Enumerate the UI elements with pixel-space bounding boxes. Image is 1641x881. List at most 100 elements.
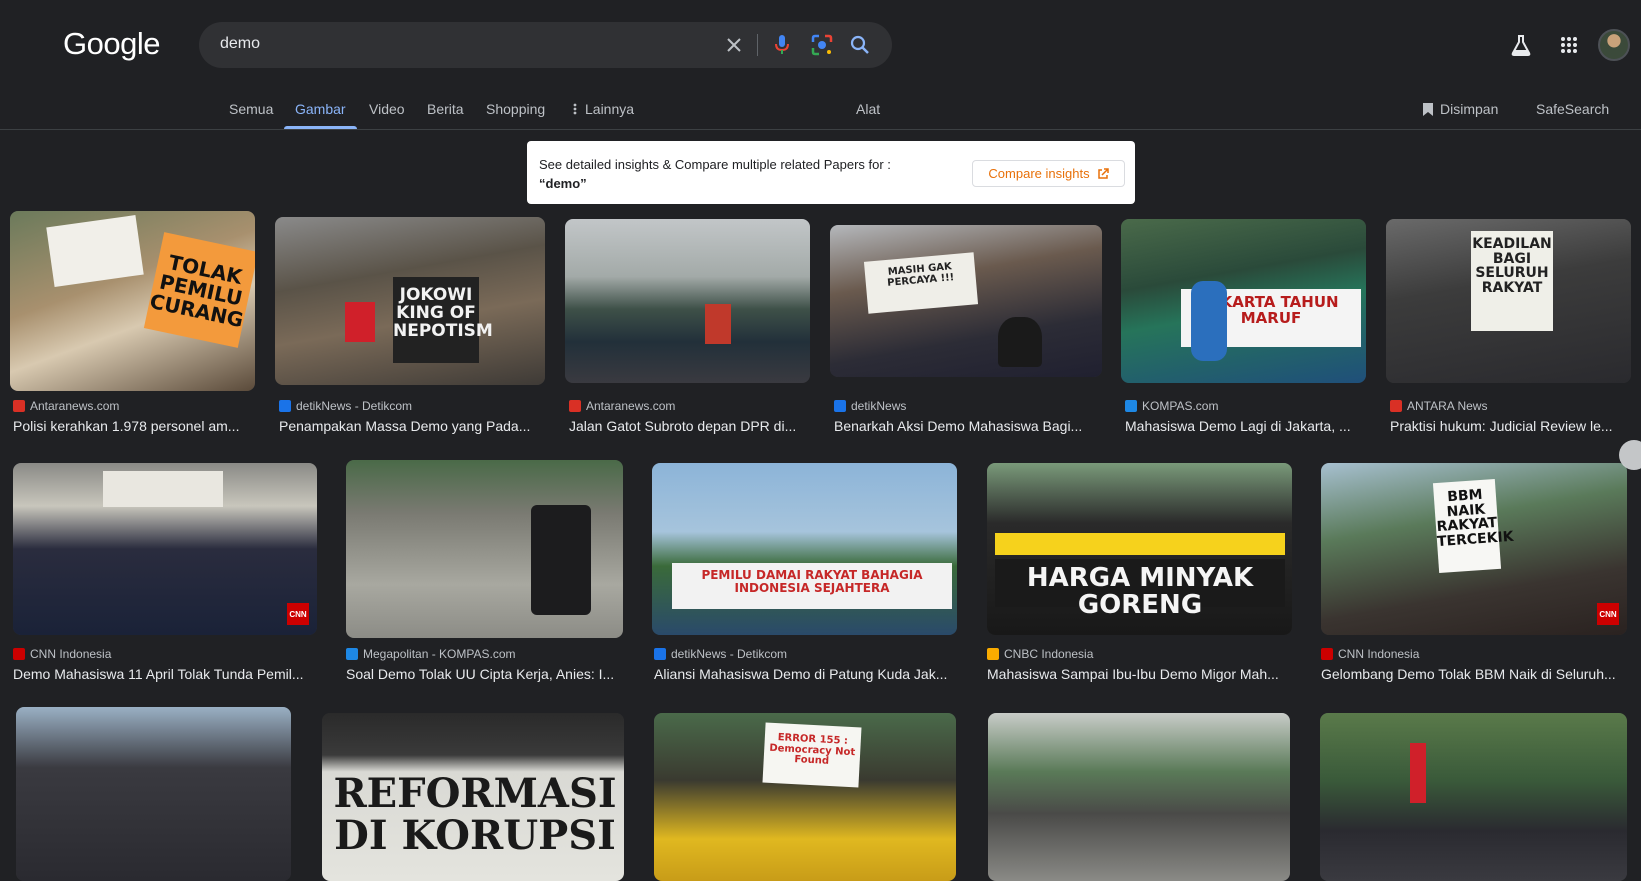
result-thumbnail[interactable] [988, 713, 1290, 881]
tab-lainnya-label: Lainnya [585, 101, 635, 117]
result-source: CNN Indonesia [13, 647, 111, 661]
result-title[interactable]: Mahasiswa Sampai Ibu-Ibu Demo Migor Mah.… [987, 666, 1291, 682]
insight-banner: See detailed insights & Compare multiple… [527, 141, 1135, 204]
result-thumbnail[interactable]: JOKOWI KING OF NEPOTISM [275, 217, 545, 385]
external-link-icon [1097, 167, 1109, 179]
sign-text: TOLAK PEMILU CURANG [143, 232, 255, 348]
insight-query: “demo” [539, 176, 587, 191]
source-label: CNBC Indonesia [1004, 647, 1094, 661]
result-source: detikNews - Detikcom [279, 399, 412, 413]
more-vert-icon [573, 103, 577, 115]
source-label: ANTARA News [1407, 399, 1488, 413]
favicon-icon [987, 648, 999, 660]
result-thumbnail[interactable]: REFORMASI DI KORUPSI [322, 713, 624, 881]
result-source: CNN Indonesia [1321, 647, 1419, 661]
apps-grid-icon[interactable] [1556, 32, 1582, 58]
sign-text: KEADILAN BAGI SELURUH RAKYAT [1471, 231, 1553, 331]
header: Google demo [0, 0, 1641, 88]
result-source: ANTARA News [1390, 399, 1487, 413]
result-thumbnail[interactable]: TOLAK PEMILU CURANG [10, 211, 255, 391]
clear-icon[interactable] [722, 33, 746, 57]
result-thumbnail[interactable] [346, 460, 623, 638]
account-avatar[interactable] [1598, 29, 1630, 61]
compare-insights-label: Compare insights [988, 166, 1090, 181]
result-source: Antaranews.com [569, 399, 675, 413]
result-thumbnail[interactable] [1320, 713, 1627, 881]
favicon-icon [834, 400, 846, 412]
favicon-icon [346, 648, 358, 660]
search-icon[interactable] [848, 33, 872, 57]
sign-text: REFORMASI DI KORUPSI [333, 770, 617, 859]
source-label: detikNews - Detikcom [671, 647, 788, 661]
source-label: Antaranews.com [30, 399, 120, 413]
favicon-icon [569, 400, 581, 412]
result-title[interactable]: Polisi kerahkan 1.978 personel am... [13, 418, 253, 434]
sign-text: ERROR 155 : Democracy Not Found [762, 722, 862, 788]
lens-icon[interactable] [810, 33, 834, 57]
saved-button[interactable]: Disimpan [1422, 101, 1498, 117]
result-source: Antaranews.com [13, 399, 119, 413]
favicon-icon [13, 400, 25, 412]
result-thumbnail[interactable]: KEADILAN BAGI SELURUH RAKYAT [1386, 219, 1631, 383]
search-divider [757, 34, 758, 56]
favicon-icon [654, 648, 666, 660]
result-title[interactable]: Praktisi hukum: Judicial Review le... [1390, 418, 1630, 434]
favicon-icon [1125, 400, 1137, 412]
result-title[interactable]: Gelombang Demo Tolak BBM Naik di Seluruh… [1321, 666, 1627, 682]
favicon-icon [279, 400, 291, 412]
result-thumbnail[interactable]: BBM NAIK RAKYAT TERCEKIK CNN [1321, 463, 1627, 635]
result-thumbnail[interactable]: PEMILU DAMAI RAKYAT BAHAGIA INDONESIA SE… [652, 463, 957, 635]
labs-flask-icon[interactable] [1508, 32, 1534, 58]
microphone-icon[interactable] [770, 33, 794, 57]
search-box[interactable]: demo [199, 22, 892, 68]
result-source: detikNews - Detikcom [654, 647, 787, 661]
result-title[interactable]: Jalan Gatot Subroto depan DPR di... [569, 418, 809, 434]
sign-text: BBM NAIK RAKYAT TERCEKIK [1432, 478, 1514, 574]
result-source: KOMPAS.com [1125, 399, 1218, 413]
sign-text: PEMILU DAMAI RAKYAT BAHAGIA INDONESIA SE… [672, 563, 952, 609]
result-thumbnail[interactable]: HARGA MINYAK GORENG [987, 463, 1292, 635]
result-source: Megapolitan - KOMPAS.com [346, 647, 516, 661]
tab-video[interactable]: Video [369, 101, 405, 117]
sign-text: JOKOWI KING OF NEPOTISM [393, 277, 493, 363]
tab-alat[interactable]: Alat [856, 101, 880, 117]
saved-label: Disimpan [1440, 101, 1499, 117]
tab-lainnya[interactable]: Lainnya [573, 101, 634, 117]
source-label: Antaranews.com [586, 399, 676, 413]
tab-semua[interactable]: Semua [229, 101, 273, 117]
search-tabs: Semua Gambar Video Berita Shopping Lainn… [0, 88, 1641, 130]
favicon-icon [1321, 648, 1333, 660]
google-logo[interactable]: Google [63, 26, 160, 62]
result-title[interactable]: Penampakan Massa Demo yang Pada... [279, 418, 543, 434]
insight-text: See detailed insights & Compare multiple… [539, 155, 891, 193]
bookmark-icon [1423, 102, 1433, 116]
source-label: detikNews - Detikcom [296, 399, 413, 413]
result-title[interactable]: Aliansi Mahasiswa Demo di Patung Kuda Ja… [654, 666, 958, 682]
tab-gambar[interactable]: Gambar [295, 101, 346, 117]
result-thumbnail[interactable]: ERROR 155 : Democracy Not Found [654, 713, 956, 881]
safesearch-button[interactable]: SafeSearch [1536, 101, 1609, 117]
search-input[interactable]: demo [220, 35, 260, 53]
result-title[interactable]: Mahasiswa Demo Lagi di Jakarta, ... [1125, 418, 1365, 434]
source-label: CNN Indonesia [1338, 647, 1420, 661]
insight-line: See detailed insights & Compare multiple… [539, 157, 891, 172]
sign-text: MASIH GAK PERCAYA !!! [863, 252, 979, 314]
result-thumbnail[interactable] [565, 219, 810, 383]
tab-shopping[interactable]: Shopping [486, 101, 545, 117]
compare-insights-button[interactable]: Compare insights [972, 160, 1125, 187]
result-thumbnail[interactable]: CNN [13, 463, 317, 635]
sign-text: HARGA MINYAK GORENG [995, 559, 1285, 619]
favicon-icon [1390, 400, 1402, 412]
source-label: KOMPAS.com [1142, 399, 1219, 413]
tab-berita[interactable]: Berita [427, 101, 464, 117]
scroll-right-button[interactable] [1619, 440, 1641, 470]
result-title[interactable]: Soal Demo Tolak UU Cipta Kerja, Anies: I… [346, 666, 626, 682]
result-thumbnail[interactable]: MASIH GAK PERCAYA !!! [830, 225, 1102, 377]
source-label: Megapolitan - KOMPAS.com [363, 647, 516, 661]
active-tab-indicator [284, 126, 357, 129]
result-title[interactable]: Demo Mahasiswa 11 April Tolak Tunda Pemi… [13, 666, 317, 682]
favicon-icon [13, 648, 25, 660]
result-thumbnail[interactable]: JAKARTA TAHUN MARUF [1121, 219, 1366, 383]
result-title[interactable]: Benarkah Aksi Demo Mahasiswa Bagi... [834, 418, 1098, 434]
result-thumbnail[interactable] [16, 707, 291, 881]
